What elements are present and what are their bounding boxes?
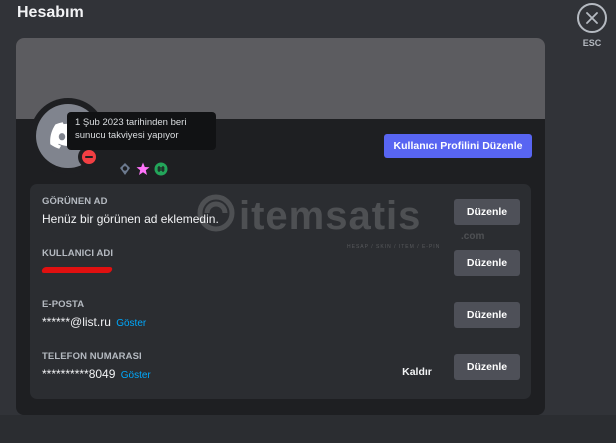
phone-value: **********8049 [42, 367, 116, 381]
edit-display-name-button[interactable]: Düzenle [454, 199, 520, 225]
username-redaction [40, 267, 114, 273]
email-value-row: ******@list.ru Göster [42, 315, 146, 329]
email-value: ******@list.ru [42, 315, 111, 329]
reveal-phone-link[interactable]: Göster [121, 370, 151, 381]
edit-username-button[interactable]: Düzenle [454, 250, 520, 276]
display-name-value: Henüz bir görünen ad eklemedin. [42, 212, 219, 226]
edit-email-button[interactable]: Düzenle [454, 302, 520, 328]
close-control: ESC [576, 3, 608, 48]
profile-banner [16, 38, 545, 119]
edit-user-profile-button[interactable]: Kullanıcı Profilini Düzenle [384, 134, 532, 158]
esc-label: ESC [582, 38, 602, 48]
username-label: KULLANICI ADI [42, 248, 114, 259]
dnd-status-icon [82, 150, 96, 164]
nitro-badge-icon[interactable] [136, 162, 150, 176]
page-title: Hesabım [17, 4, 84, 21]
bottom-strip [0, 415, 616, 443]
edit-phone-button[interactable]: Düzenle [454, 354, 520, 380]
badge-list [118, 162, 168, 176]
phone-label: TELEFON NUMARASI [42, 351, 142, 362]
close-button[interactable] [577, 3, 607, 33]
boost-gem-badge-icon[interactable] [118, 162, 132, 176]
email-label: E-POSTA [42, 299, 85, 310]
boost-tooltip: 1 Şub 2023 tarihinden beri sunucu takviy… [67, 112, 216, 150]
close-icon [586, 12, 598, 24]
phone-field: TELEFON NUMARASI **********8049 Göster [42, 351, 151, 381]
username-field: KULLANICI ADI [40, 248, 114, 273]
display-name-field: GÖRÜNEN AD Henüz bir görünen ad eklemedi… [42, 196, 219, 226]
remove-phone-button[interactable]: Kaldır [396, 360, 438, 384]
quest-badge-icon[interactable] [154, 162, 168, 176]
display-name-label: GÖRÜNEN AD [42, 196, 108, 207]
account-card: Kullanıcı Profilini Düzenle GÖRÜNEN AD H… [16, 38, 545, 415]
account-fields-panel: GÖRÜNEN AD Henüz bir görünen ad eklemedi… [30, 184, 531, 399]
phone-value-row: **********8049 Göster [42, 367, 151, 381]
reveal-email-link[interactable]: Göster [116, 318, 146, 329]
email-field: E-POSTA ******@list.ru Göster [42, 299, 146, 329]
